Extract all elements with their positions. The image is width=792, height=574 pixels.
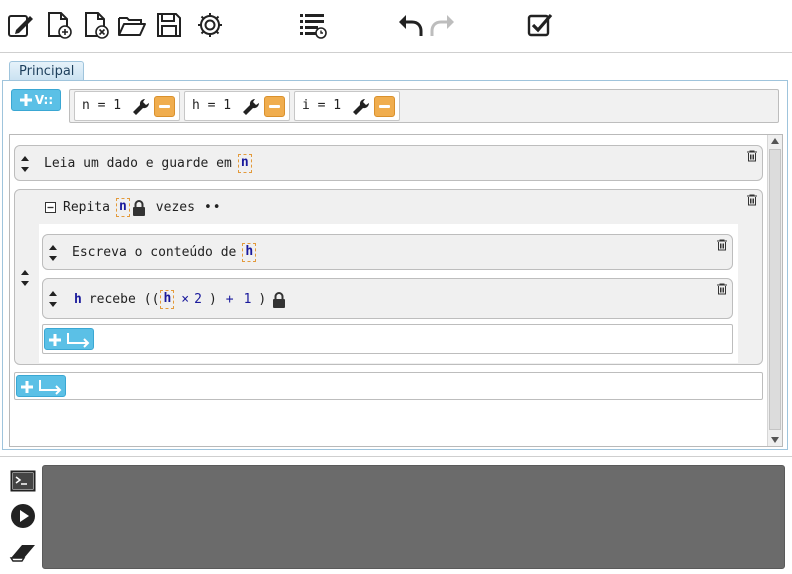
settings-icon[interactable] <box>195 10 225 40</box>
code-area: Leia um dado e guarde em n Repita n veze… <box>9 134 783 447</box>
list-history-icon[interactable] <box>298 10 328 40</box>
write-variable[interactable]: h <box>242 243 257 262</box>
scroll-thumb[interactable] <box>769 149 781 430</box>
code-canvas: Leia um dado e guarde em n Repita n veze… <box>10 135 767 446</box>
terminal-icon[interactable] <box>9 468 37 494</box>
nested-add-command-row <box>42 324 733 354</box>
variables-bar: V:: n = 1 h = 1 i = 1 <box>9 87 779 125</box>
remove-variable-button[interactable] <box>264 96 285 117</box>
write-label: Escreva o conteúdo de <box>72 245 237 260</box>
close-paren-outer: ) <box>258 292 267 307</box>
assign-command[interactable]: h recebe (( h × 2 ) + 1 ) <box>42 278 733 319</box>
add-command-icon <box>49 333 90 348</box>
plus-icon <box>19 94 32 106</box>
close-paren: ) <box>208 292 217 307</box>
remove-variable-button[interactable] <box>154 96 175 117</box>
checkbox-icon[interactable] <box>525 10 555 40</box>
variable-chip-n[interactable]: n = 1 <box>74 91 180 121</box>
trash-icon[interactable] <box>746 150 758 162</box>
main-frame: Principal V:: n = 1 h = 1 i = 1 Leia um … <box>0 52 792 456</box>
variable-text: n = 1 <box>82 98 122 113</box>
redo-icon[interactable] <box>427 10 457 40</box>
wrench-icon[interactable] <box>131 97 151 117</box>
add-operand[interactable]: 1 <box>244 292 252 307</box>
lock-icon[interactable] <box>132 199 146 216</box>
repeat-label: Repita <box>63 200 110 215</box>
toolbar <box>0 0 792 52</box>
undo-icon[interactable] <box>396 10 426 40</box>
save-icon[interactable] <box>154 10 184 40</box>
read-label: Leia um dado e guarde em <box>44 156 232 171</box>
trash-icon[interactable] <box>746 194 758 206</box>
add-variable-button[interactable]: V:: <box>11 89 61 111</box>
console-output[interactable] <box>42 465 785 569</box>
write-command[interactable]: Escreva o conteúdo de h <box>42 234 733 270</box>
scroll-down-icon[interactable] <box>771 437 779 443</box>
repeat-command[interactable]: Repita n vezes •• Escreva o conteúdo de … <box>14 189 763 365</box>
scroll-up-icon[interactable] <box>771 138 779 144</box>
wrench-icon[interactable] <box>351 97 371 117</box>
drag-handle-icon[interactable] <box>20 269 30 287</box>
assign-target[interactable]: h <box>74 292 82 307</box>
variable-chip-i[interactable]: i = 1 <box>294 91 400 121</box>
wrench-icon[interactable] <box>241 97 261 117</box>
variable-text: h = 1 <box>192 98 232 113</box>
tab-principal[interactable]: Principal <box>9 61 85 81</box>
more-options-icon[interactable]: •• <box>204 200 222 215</box>
read-command[interactable]: Leia um dado e guarde em n <box>14 145 763 181</box>
close-file-icon[interactable] <box>81 10 111 40</box>
multiply-operator[interactable]: × <box>181 292 189 307</box>
trash-icon[interactable] <box>716 283 728 295</box>
eraser-icon[interactable] <box>9 539 37 565</box>
variables-list: n = 1 h = 1 i = 1 <box>69 89 779 123</box>
open-parens: (( <box>143 292 160 307</box>
vertical-scrollbar[interactable] <box>767 135 782 446</box>
assign-keyword: recebe <box>88 292 136 307</box>
variable-chip-h[interactable]: h = 1 <box>184 91 290 121</box>
read-variable[interactable]: n <box>237 154 252 173</box>
repeat-variable[interactable]: n <box>115 198 130 217</box>
assign-expression-variable[interactable]: h <box>160 290 175 309</box>
repeat-body: Escreva o conteúdo de h h recebe ((h × … <box>39 224 738 363</box>
play-icon[interactable] <box>9 503 37 529</box>
repeat-suffix: vezes <box>155 200 195 215</box>
new-file-icon[interactable] <box>44 10 74 40</box>
drag-handle-icon[interactable] <box>48 244 58 262</box>
multiply-operand[interactable]: 2 <box>194 292 202 307</box>
lock-icon[interactable] <box>272 291 286 308</box>
drag-handle-icon[interactable] <box>48 290 58 308</box>
remove-variable-button[interactable] <box>374 96 395 117</box>
add-command-row <box>14 372 763 400</box>
add-command-button[interactable] <box>16 375 66 397</box>
add-command-icon <box>21 380 62 395</box>
variable-text: i = 1 <box>302 98 342 113</box>
bottom-panel <box>0 456 792 574</box>
tab-panel: V:: n = 1 h = 1 i = 1 Leia um dado e gua… <box>2 80 788 450</box>
add-variable-label: V:: <box>34 93 54 107</box>
drag-handle-icon[interactable] <box>20 155 30 173</box>
trash-icon[interactable] <box>716 239 728 251</box>
add-operator[interactable]: + <box>226 292 234 307</box>
collapse-icon[interactable] <box>45 202 56 213</box>
edit-icon[interactable] <box>6 10 36 40</box>
add-nested-command-button[interactable] <box>44 328 94 350</box>
open-folder-icon[interactable] <box>117 10 147 40</box>
